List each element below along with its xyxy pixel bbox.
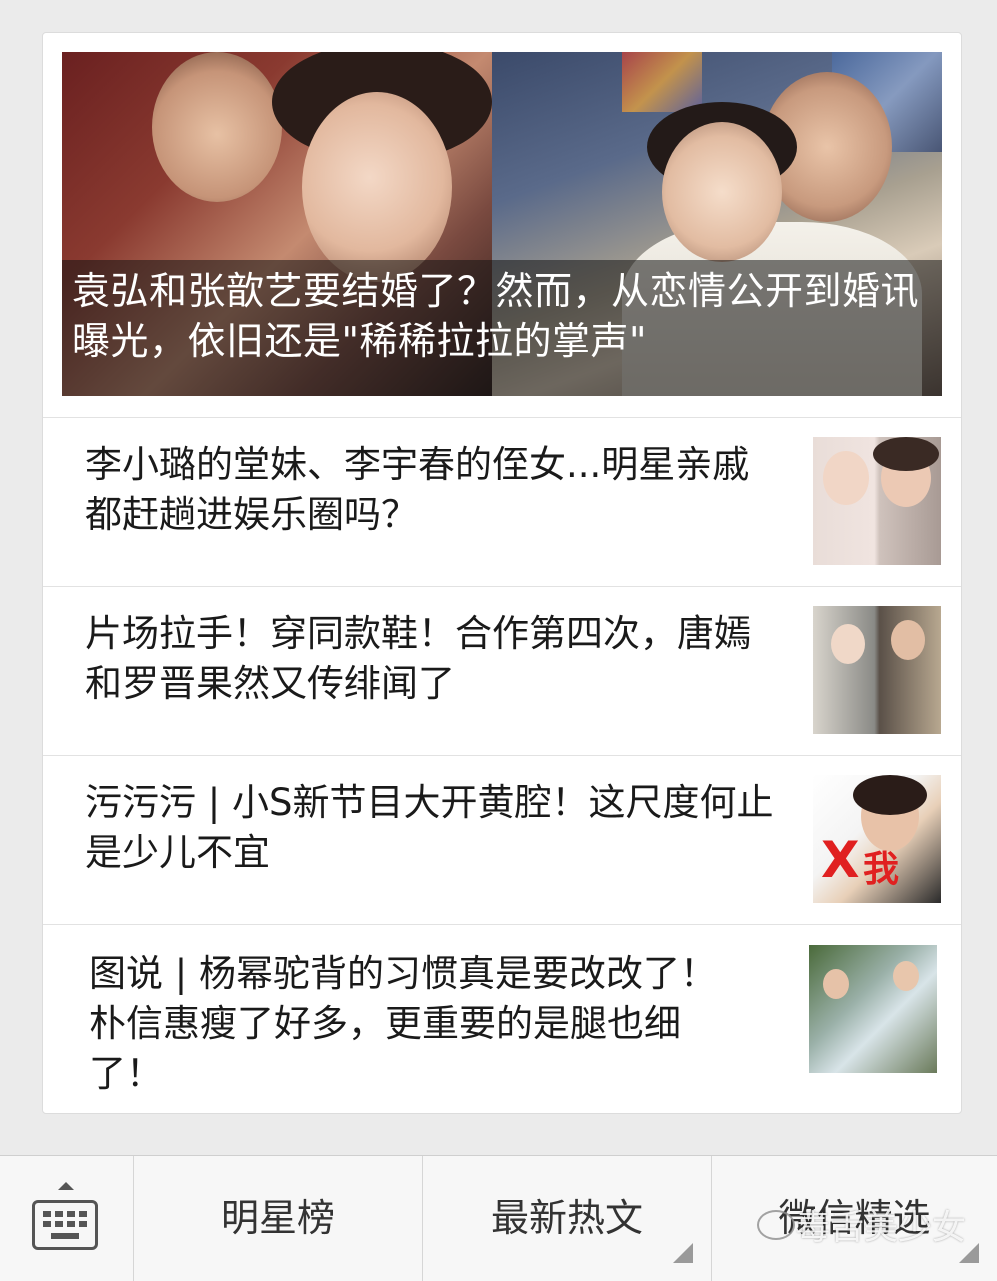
article-title: 李小璐的堂妹、李宇春的侄女...明星亲戚都赶趟进娱乐圈吗？ xyxy=(85,443,750,536)
article-thumbnail: X 我 xyxy=(813,775,941,903)
article-thumbnail xyxy=(813,437,941,565)
thumb-detail xyxy=(891,620,925,660)
keyboard-key xyxy=(43,1211,51,1217)
hero-title: 袁弘和张歆艺要结婚了？然而，从恋情公开到婚讯曝光，依旧还是"稀稀拉拉的掌声" xyxy=(72,269,920,363)
keyboard-icon xyxy=(32,1200,98,1250)
tab-star-ranking[interactable]: 明星榜 xyxy=(134,1156,423,1281)
list-item[interactable]: 片场拉手！穿同款鞋！合作第四次，唐嫣和罗晋果然又传绯闻了 xyxy=(43,586,961,755)
keyboard-key xyxy=(79,1221,87,1227)
list-item[interactable]: 污污污 | 小S新节目大开黄腔！这尺度何止是少儿不宜 X 我 xyxy=(43,755,961,924)
chevron-up-icon xyxy=(58,1182,74,1190)
list-item[interactable]: 图说 | 杨幂驼背的习惯真是要改改了！朴信惠瘦了好多，更重要的是腿也细了！ xyxy=(43,924,961,1113)
watermark: 毒舌美少女 xyxy=(796,1208,966,1248)
keyboard-toggle-button[interactable] xyxy=(0,1156,134,1281)
tab-latest-hot[interactable]: 最新热文 xyxy=(423,1156,712,1281)
hero-photo-detail xyxy=(662,122,782,262)
thumb-overlay-text: X xyxy=(821,831,860,889)
article-title: 片场拉手！穿同款鞋！合作第四次，唐嫣和罗晋果然又传绯闻了 xyxy=(85,612,751,705)
thumb-detail xyxy=(831,624,865,664)
list-item[interactable]: 李小璐的堂妹、李宇春的侄女...明星亲戚都赶趟进娱乐圈吗？ xyxy=(43,417,961,586)
tab-label: 明星榜 xyxy=(220,1196,335,1240)
keyboard-key xyxy=(55,1221,63,1227)
thumb-detail xyxy=(823,451,869,505)
thumb-overlay-text: 我 xyxy=(863,849,900,890)
article-thumbnail xyxy=(809,945,937,1073)
hero-article[interactable]: 袁弘和张歆艺要结婚了？然而，从恋情公开到婚讯曝光，依旧还是"稀稀拉拉的掌声" xyxy=(62,52,942,396)
keyboard-key xyxy=(55,1211,63,1217)
keyboard-key xyxy=(51,1233,79,1239)
keyboard-key xyxy=(67,1221,75,1227)
wechat-logo-icon xyxy=(757,1210,795,1240)
thumb-detail xyxy=(823,969,849,999)
keyboard-key xyxy=(79,1211,87,1217)
article-title: 图说 | 杨幂驼背的习惯真是要改改了！朴信惠瘦了好多，更重要的是腿也细了！ xyxy=(89,952,717,1095)
tab-label: 最新热文 xyxy=(490,1196,643,1240)
submenu-indicator-icon xyxy=(673,1243,693,1263)
thumb-detail xyxy=(873,437,939,471)
thumb-detail xyxy=(853,775,927,815)
keyboard-key xyxy=(43,1221,51,1227)
thumb-detail xyxy=(893,961,919,991)
hero-photo-detail xyxy=(622,52,702,112)
hero-photo-detail xyxy=(302,92,452,282)
article-thumbnail xyxy=(813,606,941,734)
article-list-card: 袁弘和张歆艺要结婚了？然而，从恋情公开到婚讯曝光，依旧还是"稀稀拉拉的掌声" 李… xyxy=(42,32,962,1114)
article-title: 污污污 | 小S新节目大开黄腔！这尺度何止是少儿不宜 xyxy=(85,781,774,874)
keyboard-key xyxy=(67,1211,75,1217)
hero-photo-detail xyxy=(152,52,282,202)
